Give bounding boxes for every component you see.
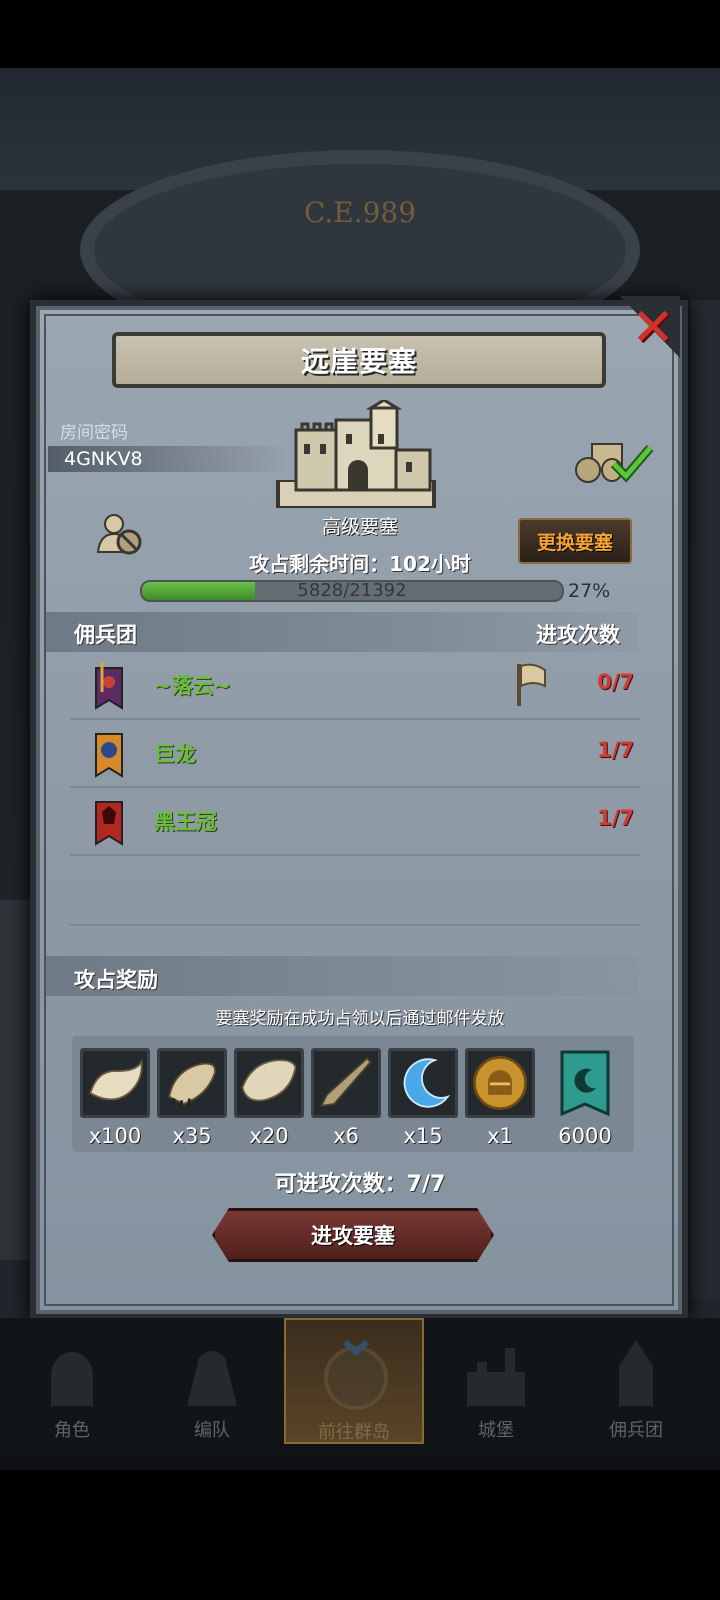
reward-item[interactable]: x100	[80, 1048, 150, 1148]
left-edge-panel	[0, 900, 30, 1260]
fur-icon	[80, 1048, 150, 1118]
supply-check-icon[interactable]	[574, 436, 654, 486]
close-x-icon[interactable]: ✕	[628, 300, 678, 356]
nav-label: 角色	[54, 1420, 90, 1441]
progress-percent: 27%	[568, 580, 611, 602]
reward-item[interactable]: x15	[388, 1048, 458, 1148]
nav-label: 编队	[194, 1420, 230, 1441]
nav-item-character[interactable]: 角色	[2, 1318, 142, 1444]
island-compass-icon	[324, 1339, 388, 1410]
guild-name: ~落云~	[154, 674, 232, 698]
reward-item[interactable]: x35	[157, 1048, 227, 1148]
armored-knight-icon	[187, 1351, 237, 1406]
reward-quantity: x20	[249, 1124, 289, 1148]
castle-icon	[276, 400, 436, 508]
horn-icon	[311, 1048, 381, 1118]
purple-banner-icon	[95, 662, 123, 710]
knight-helmet-icon	[51, 1352, 93, 1406]
nav-item-formation[interactable]: 编队	[142, 1318, 282, 1444]
attack-count: 1/7	[597, 806, 634, 830]
reward-item[interactable]: x6	[311, 1048, 381, 1148]
table-row[interactable]: 黑王冠 1/7	[70, 788, 640, 856]
occupation-time-remaining: 攻占剩余时间：102小时	[249, 552, 471, 576]
reward-quantity: x6	[333, 1124, 359, 1148]
crescent-crystal-icon	[388, 1048, 458, 1118]
flag-icon[interactable]	[514, 662, 548, 708]
guild-name: 黑王冠	[154, 810, 217, 834]
knight-medal-icon	[465, 1048, 535, 1118]
nav-item-islands[interactable]: 前往群岛	[284, 1318, 424, 1444]
dialog-title: 远崖要塞	[300, 345, 417, 378]
attack-fortress-button[interactable]: 进攻要塞	[212, 1208, 494, 1262]
mercenary-blocked-icon[interactable]	[96, 512, 142, 556]
mercenary-header-label: 佣兵团	[74, 623, 137, 647]
room-password-label: 房间密码	[60, 423, 128, 443]
fortress-name: 高级要塞	[321, 516, 398, 538]
title-plate: 远崖要塞	[112, 332, 606, 388]
guild-banner-icon	[560, 1050, 610, 1117]
change-fortress-button[interactable]: 更换要塞	[518, 518, 632, 564]
progress-text: 5828/21392	[297, 580, 407, 601]
attack-count: 1/7	[597, 738, 634, 762]
reward-quantity: 6000	[558, 1124, 612, 1148]
red-banner-icon	[95, 801, 123, 846]
table-row[interactable]: ~落云~ 0/7	[70, 652, 640, 720]
guild-name: 巨龙	[154, 742, 196, 766]
table-row[interactable]: 巨龙 1/7	[70, 720, 640, 788]
dragon-banner-icon	[95, 733, 123, 778]
room-password-code[interactable]: 4GNKV8	[64, 448, 143, 470]
reward-header-label: 攻占奖励	[74, 968, 158, 992]
empty-table-row	[70, 856, 640, 926]
claw-icon	[157, 1048, 227, 1118]
nav-item-castle[interactable]: 城堡	[426, 1318, 566, 1444]
nav-label: 城堡	[478, 1420, 514, 1441]
reward-note: 要塞奖励在成功占领以后通过邮件发放	[215, 1009, 505, 1029]
reward-item[interactable]: x20	[234, 1048, 304, 1148]
attack-count: 0/7	[597, 670, 634, 694]
nav-label: 前往群岛	[318, 1422, 390, 1443]
reward-quantity: x1	[487, 1124, 513, 1148]
occupation-progress-bar: 5828/21392	[140, 580, 564, 602]
nav-label: 佣兵团	[609, 1420, 663, 1441]
year-label: C.E.989	[303, 196, 417, 229]
attack-attempts: 可进攻次数：7/7	[274, 1172, 446, 1197]
reward-quantity: x100	[88, 1124, 142, 1148]
attack-count-header-label: 进攻次数	[536, 623, 620, 647]
mercenary-tower-icon	[619, 1340, 653, 1406]
reward-quantity: x35	[172, 1124, 212, 1148]
nav-item-mercenary[interactable]: 佣兵团	[566, 1318, 706, 1444]
reward-item[interactable]: x1	[465, 1048, 535, 1148]
castle-nav-icon	[467, 1348, 525, 1406]
right-edge-panel	[690, 300, 720, 1300]
pelt-icon	[234, 1048, 304, 1118]
reward-quantity: x15	[403, 1124, 443, 1148]
reward-item[interactable]: 6000	[550, 1048, 620, 1148]
